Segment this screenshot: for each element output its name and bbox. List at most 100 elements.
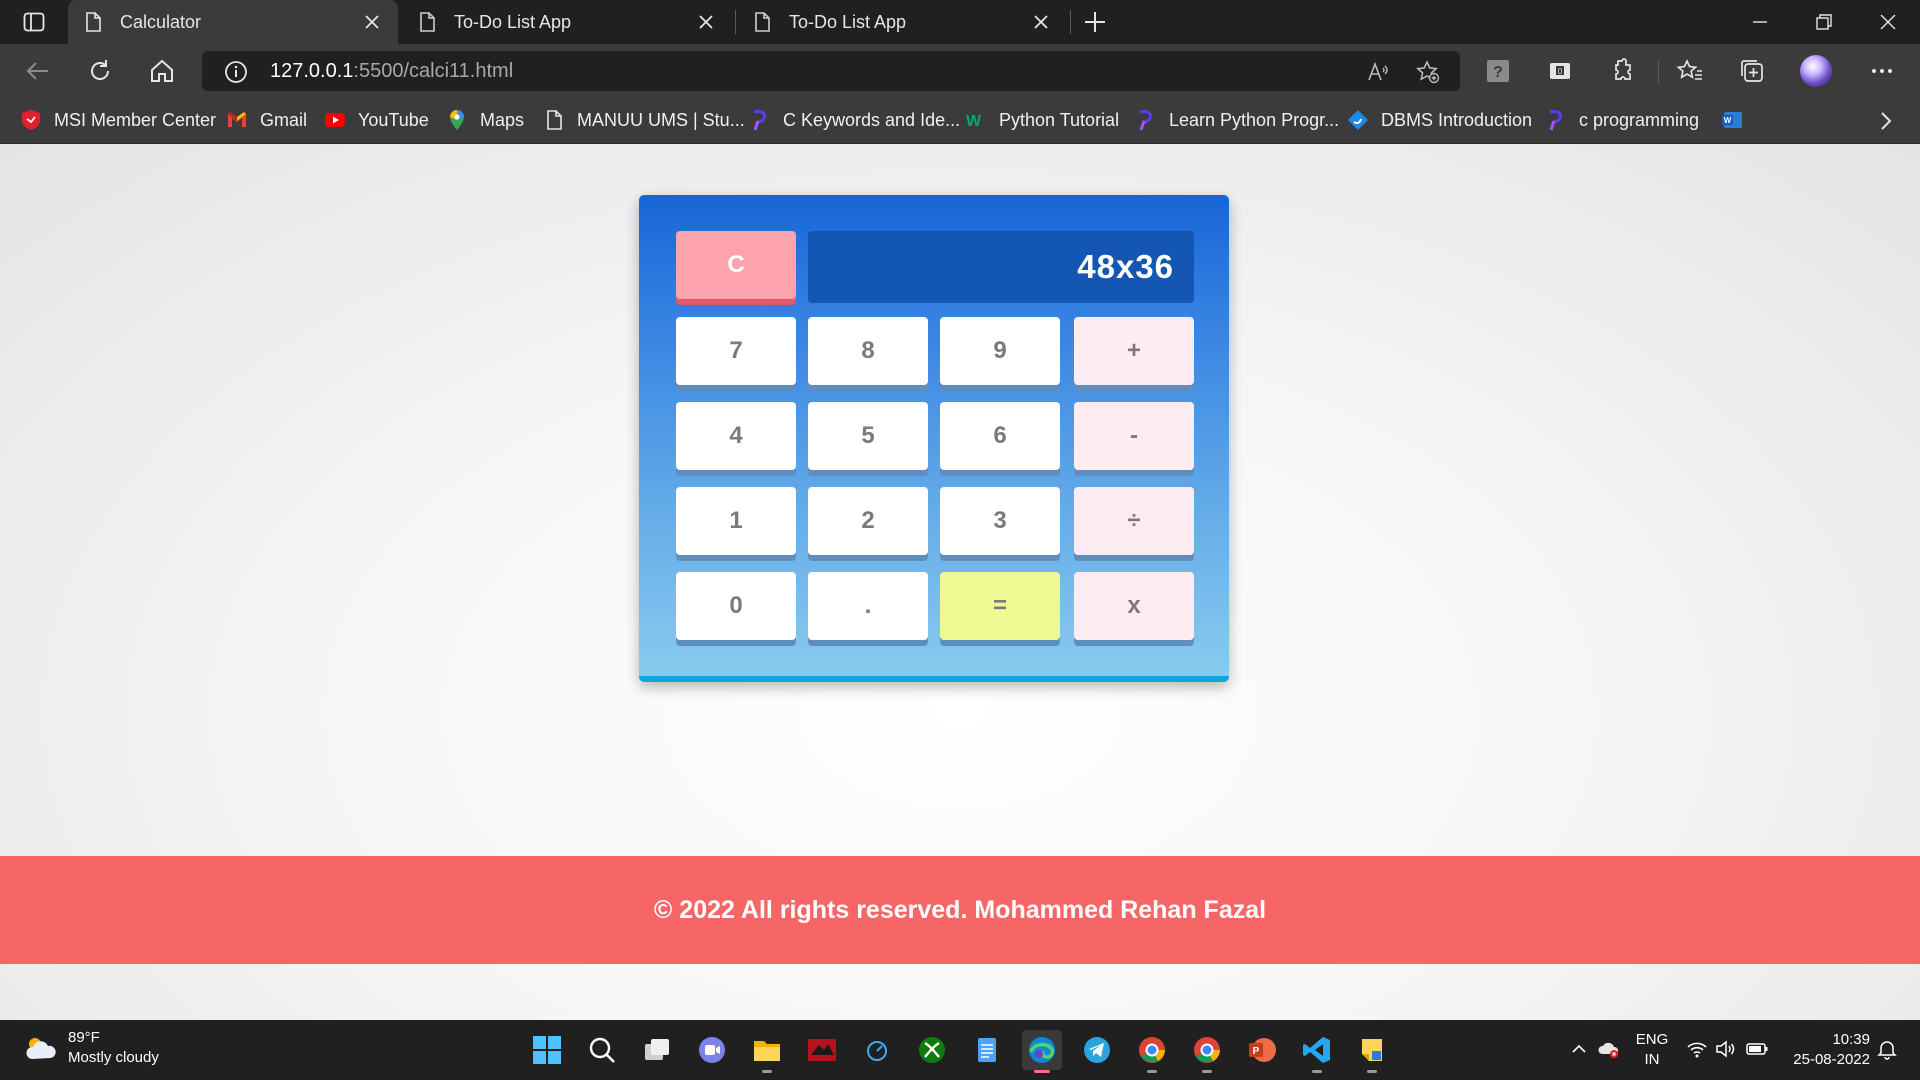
taskbar-chrome-profile[interactable] [1187,1030,1227,1073]
add-favorite-icon[interactable] [1416,60,1440,84]
folder-icon [754,1041,780,1061]
key-6[interactable]: 6 [940,402,1060,470]
taskbar-sticky-app[interactable] [1352,1030,1392,1073]
weather-condition: Mostly cloudy [68,1049,159,1066]
edge-icon [1029,1037,1055,1063]
home-icon[interactable] [148,57,176,85]
key-equals[interactable]: = [940,572,1060,640]
bookmark-c-keywords[interactable]: C Keywords and Ide... [749,109,960,131]
key-0[interactable]: 0 [676,572,796,640]
close-tab-icon[interactable] [1031,12,1051,32]
clear-button[interactable]: C [676,231,796,299]
taskbar-notepad[interactable] [967,1030,1007,1070]
tab-title: Calculator [120,11,202,32]
svg-text:W: W [966,113,982,130]
key-8[interactable]: 8 [808,317,928,385]
bookmark-dbms[interactable]: DBMS Introduction [1347,109,1532,131]
taskbar-chrome[interactable] [1132,1030,1172,1073]
site-info-icon[interactable] [224,60,248,84]
key-2[interactable]: 2 [808,487,928,555]
bookmark-msi[interactable]: MSI Member Center [20,109,216,131]
address-bar[interactable]: 127.0.0.1:5500/calci11.html [202,51,1460,91]
key-decimal[interactable]: . [808,572,928,640]
profile-avatar[interactable] [1800,55,1832,87]
windows-taskbar: 89°F Mostly cloudy P ENG IN 10:39 25-08-… [0,1020,1920,1080]
key-minus[interactable]: - [1074,402,1194,470]
bookmark-gmail[interactable]: Gmail [226,109,307,131]
maps-icon [450,110,464,130]
close-tab-icon[interactable] [696,12,716,32]
key-divide[interactable]: ÷ [1074,487,1194,555]
page-icon [755,12,770,32]
start-button[interactable] [527,1030,567,1070]
extensions-icon[interactable] [1608,57,1636,85]
taskbar-search[interactable] [582,1030,622,1070]
svg-text:P: P [1253,1046,1260,1057]
new-tab-icon[interactable] [1080,8,1110,36]
wallet-extension-icon[interactable]: 0 [1546,57,1574,85]
programiz-icon [753,109,766,131]
close-window-icon[interactable] [1876,10,1900,34]
bookmark-label: Python Tutorial [999,109,1120,130]
close-tab-icon[interactable] [362,12,382,32]
restore-icon[interactable] [1812,10,1836,34]
system-clock[interactable]: 10:39 25-08-2022 [1786,1030,1870,1070]
chat-icon [699,1037,725,1063]
url-text[interactable]: 127.0.0.1:5500/calci11.html [270,60,513,83]
taskbar-teams-chat[interactable] [692,1030,732,1070]
taskbar-msi-dragon[interactable] [802,1030,842,1070]
battery-icon[interactable] [1746,1038,1768,1060]
svg-text:0: 0 [1558,67,1563,76]
more-options-icon[interactable] [1868,57,1896,85]
key-5[interactable]: 5 [808,402,928,470]
taskbar-xbox[interactable] [912,1030,952,1070]
key-3[interactable]: 3 [940,487,1060,555]
word-icon: W [1722,112,1742,128]
taskbar-task-view[interactable] [637,1030,677,1070]
refresh-icon[interactable] [86,57,114,85]
taskbar-speed-app[interactable] [857,1030,897,1070]
favorites-icon[interactable] [1676,57,1704,85]
taskbar-edge[interactable] [1022,1030,1062,1073]
taskbar-telegram[interactable] [1077,1030,1117,1070]
wifi-icon[interactable] [1686,1038,1708,1060]
bookmark-manuu[interactable]: MANUU UMS | Stu... [543,109,745,131]
collections-icon[interactable] [1738,57,1766,85]
browser-toolbar: 127.0.0.1:5500/calci11.html ? 0 [0,44,1920,98]
volume-icon[interactable] [1714,1038,1736,1060]
read-aloud-icon[interactable] [1366,60,1390,84]
help-extension-icon[interactable]: ? [1484,57,1512,85]
bookmark-python-tutorial[interactable]: W Python Tutorial [965,109,1119,131]
key-1[interactable]: 1 [676,487,796,555]
key-7[interactable]: 7 [676,317,796,385]
notification-icon[interactable] [1876,1038,1898,1060]
key-plus[interactable]: + [1074,317,1194,385]
chevron-up-icon[interactable] [1568,1038,1590,1060]
key-multiply[interactable]: x [1074,572,1194,640]
taskbar-file-explorer[interactable] [747,1030,787,1073]
taskbar-vscode[interactable] [1297,1030,1337,1073]
minimize-icon[interactable] [1748,10,1772,34]
taskbar-powerpoint[interactable]: P [1242,1030,1282,1070]
bookmark-youtube[interactable]: YouTube [324,109,429,131]
bookmark-word[interactable]: W [1721,109,1755,131]
tab-calculator[interactable]: Calculator [68,0,398,44]
language-indicator[interactable]: ENG IN [1634,1030,1670,1070]
tab-actions-icon[interactable] [18,10,50,34]
key-9[interactable]: 9 [940,317,1060,385]
tab-todo-2[interactable]: To-Do List App [737,0,1067,44]
url-path: :5500/calci11.html [353,60,514,82]
bookmark-maps[interactable]: Maps [446,109,524,131]
tab-todo-1[interactable]: To-Do List App [402,0,732,44]
gmail-icon [228,112,246,127]
chevron-right-icon[interactable] [1872,108,1898,134]
key-4[interactable]: 4 [676,402,796,470]
bookmark-learn-python[interactable]: Learn Python Progr... [1135,109,1339,131]
active-app-indicator [1034,1070,1050,1073]
running-indicator [1147,1070,1157,1073]
weather-widget[interactable]: 89°F Mostly cloudy [22,1028,159,1068]
onedrive-icon[interactable] [1598,1038,1620,1060]
back-icon[interactable] [24,57,52,85]
bookmark-c-programming[interactable]: c programming [1545,109,1699,131]
running-indicator [762,1070,772,1073]
